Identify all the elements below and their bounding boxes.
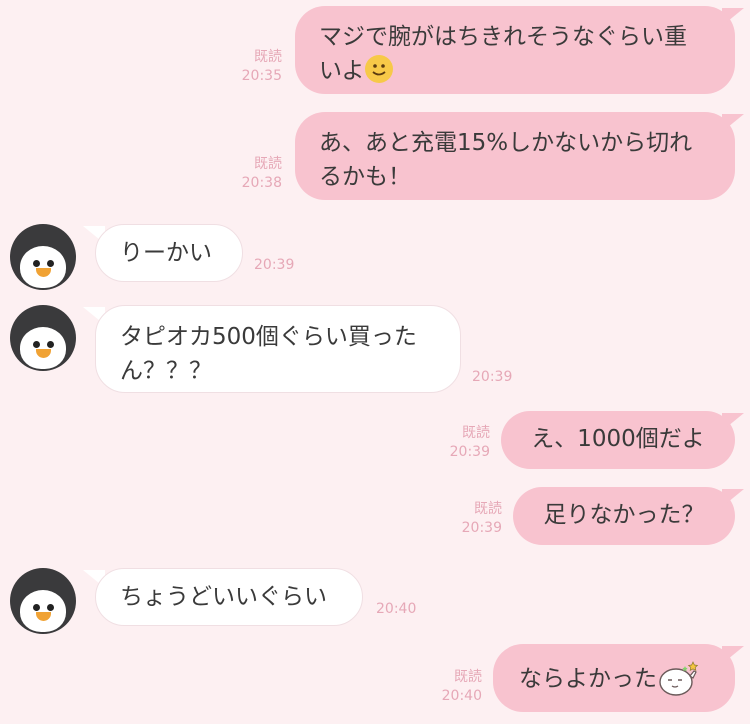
message-line: タピオカ500個ぐらい買った — [120, 324, 417, 350]
message-line: え、1000個だよ — [531, 426, 705, 452]
message-time: 20:39 — [461, 520, 502, 536]
bubble-tail — [722, 114, 744, 132]
message-time: 20:38 — [241, 175, 282, 191]
message-bubble[interactable]: 足りなかった？ — [513, 487, 735, 545]
message-meta: 既読 20:40 — [424, 668, 482, 706]
message-time: 20:39 — [449, 444, 490, 460]
message-time: 20:40 — [441, 688, 482, 704]
message-line: ん？？？ — [120, 358, 212, 384]
read-receipt: 既読 — [254, 49, 282, 65]
message-bubble[interactable]: ちょうどいいぐらい — [95, 568, 363, 626]
message-meta: 既読 20:39 — [444, 500, 502, 538]
message-line: ちょうどいいぐらい — [120, 584, 327, 610]
read-receipt: 既読 — [462, 425, 490, 441]
message-line: いよ — [319, 58, 365, 84]
message-meta: 既読 20:38 — [226, 155, 282, 193]
message-bubble[interactable]: マジで腕がはちきれそうなぐらい重 いよ — [295, 6, 735, 94]
bubble-tail — [722, 8, 744, 26]
message-line: るかも！ — [319, 164, 411, 190]
slightly-smiling-face-icon — [364, 55, 393, 83]
read-receipt: 既読 — [454, 669, 482, 685]
message-bubble[interactable]: ならよかった — [493, 644, 735, 712]
message-bubble[interactable]: りーかい — [95, 224, 243, 282]
message-meta: 既読 20:35 — [226, 48, 282, 86]
message-time: 20:40 — [376, 601, 417, 617]
bubble-tail — [722, 489, 744, 507]
message-line: 足りなかった？ — [543, 502, 705, 528]
penguin-avatar-icon[interactable] — [10, 305, 76, 371]
message-bubble[interactable]: え、1000個だよ — [501, 411, 735, 469]
message-meta: 既読 20:39 — [432, 424, 490, 462]
penguin-avatar-icon[interactable] — [10, 568, 76, 634]
thumbs-up-mochi-sticker-icon — [657, 658, 701, 698]
message-line: りーかい — [120, 240, 212, 266]
message-bubble[interactable]: タピオカ500個ぐらい買った ん？？？ — [95, 305, 461, 393]
message-time: 20:35 — [241, 68, 282, 84]
bubble-tail — [722, 413, 744, 431]
chat-log: 既読 20:35 マジで腕がはちきれそうなぐらい重 いよ 既読 20:38 あ、… — [0, 0, 750, 724]
message-time: 20:39 — [472, 369, 513, 385]
read-receipt: 既読 — [254, 156, 282, 172]
bubble-tail — [722, 646, 744, 664]
message-line: ならよかった — [519, 666, 657, 692]
message-line: マジで腕がはちきれそうなぐらい重 — [319, 24, 687, 50]
message-line: あ、あと充電15%しかないから切れ — [319, 130, 693, 156]
penguin-avatar-icon[interactable] — [10, 224, 76, 290]
message-bubble[interactable]: あ、あと充電15%しかないから切れ るかも！ — [295, 112, 735, 200]
read-receipt: 既読 — [474, 501, 502, 517]
message-time: 20:39 — [254, 257, 295, 273]
